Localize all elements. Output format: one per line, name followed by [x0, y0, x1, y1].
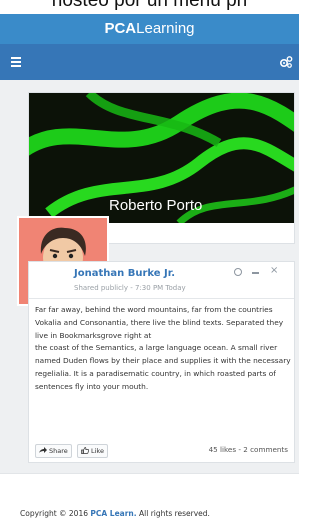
page-footer: Copyright © 2016 PCA Learn. All rights r…: [0, 473, 299, 518]
like-button[interactable]: Like: [77, 444, 108, 458]
app-title-bar: PCALearning: [0, 14, 299, 44]
post-footer: Share Like 45 likes - 2 comments: [29, 440, 294, 462]
post-author[interactable]: Jonathan Burke Jr.: [74, 268, 175, 279]
navbar: [0, 44, 299, 80]
post-stats: 45 likes - 2 comments: [208, 445, 288, 454]
post-card: Jonathan Burke Jr. Shared publicly - 7:3…: [28, 261, 295, 463]
share-icon: [39, 447, 47, 453]
post-paragraph: the coast of the Semantics, a large lang…: [35, 343, 291, 391]
profile-name: Roberto Porto: [109, 197, 203, 214]
post-paragraph: Far far away, behind the word mountains,…: [35, 305, 284, 340]
share-label: Share: [49, 447, 68, 455]
like-label: Like: [91, 447, 104, 455]
brand-bold: PCA: [104, 20, 137, 37]
main-content: Roberto Porto Jonathan Burke Jr. Shared …: [0, 80, 299, 473]
top-text: nosteo por un menu pri: [51, 0, 248, 11]
brand-rest: Learning: [136, 20, 195, 37]
top-text-strip: nosteo por un menu pri: [0, 0, 299, 14]
share-button[interactable]: Share: [35, 444, 72, 458]
post-header: Jonathan Burke Jr. Shared publicly - 7:3…: [29, 262, 294, 299]
circle-icon[interactable]: [234, 268, 242, 276]
minimize-icon[interactable]: [252, 272, 259, 274]
gears-icon[interactable]: [279, 55, 293, 69]
thumbs-up-icon: [81, 447, 89, 454]
menu-icon[interactable]: [11, 57, 21, 67]
post-meta: Shared publicly - 7:30 PM Today: [74, 284, 186, 292]
close-icon[interactable]: ×: [270, 265, 278, 276]
